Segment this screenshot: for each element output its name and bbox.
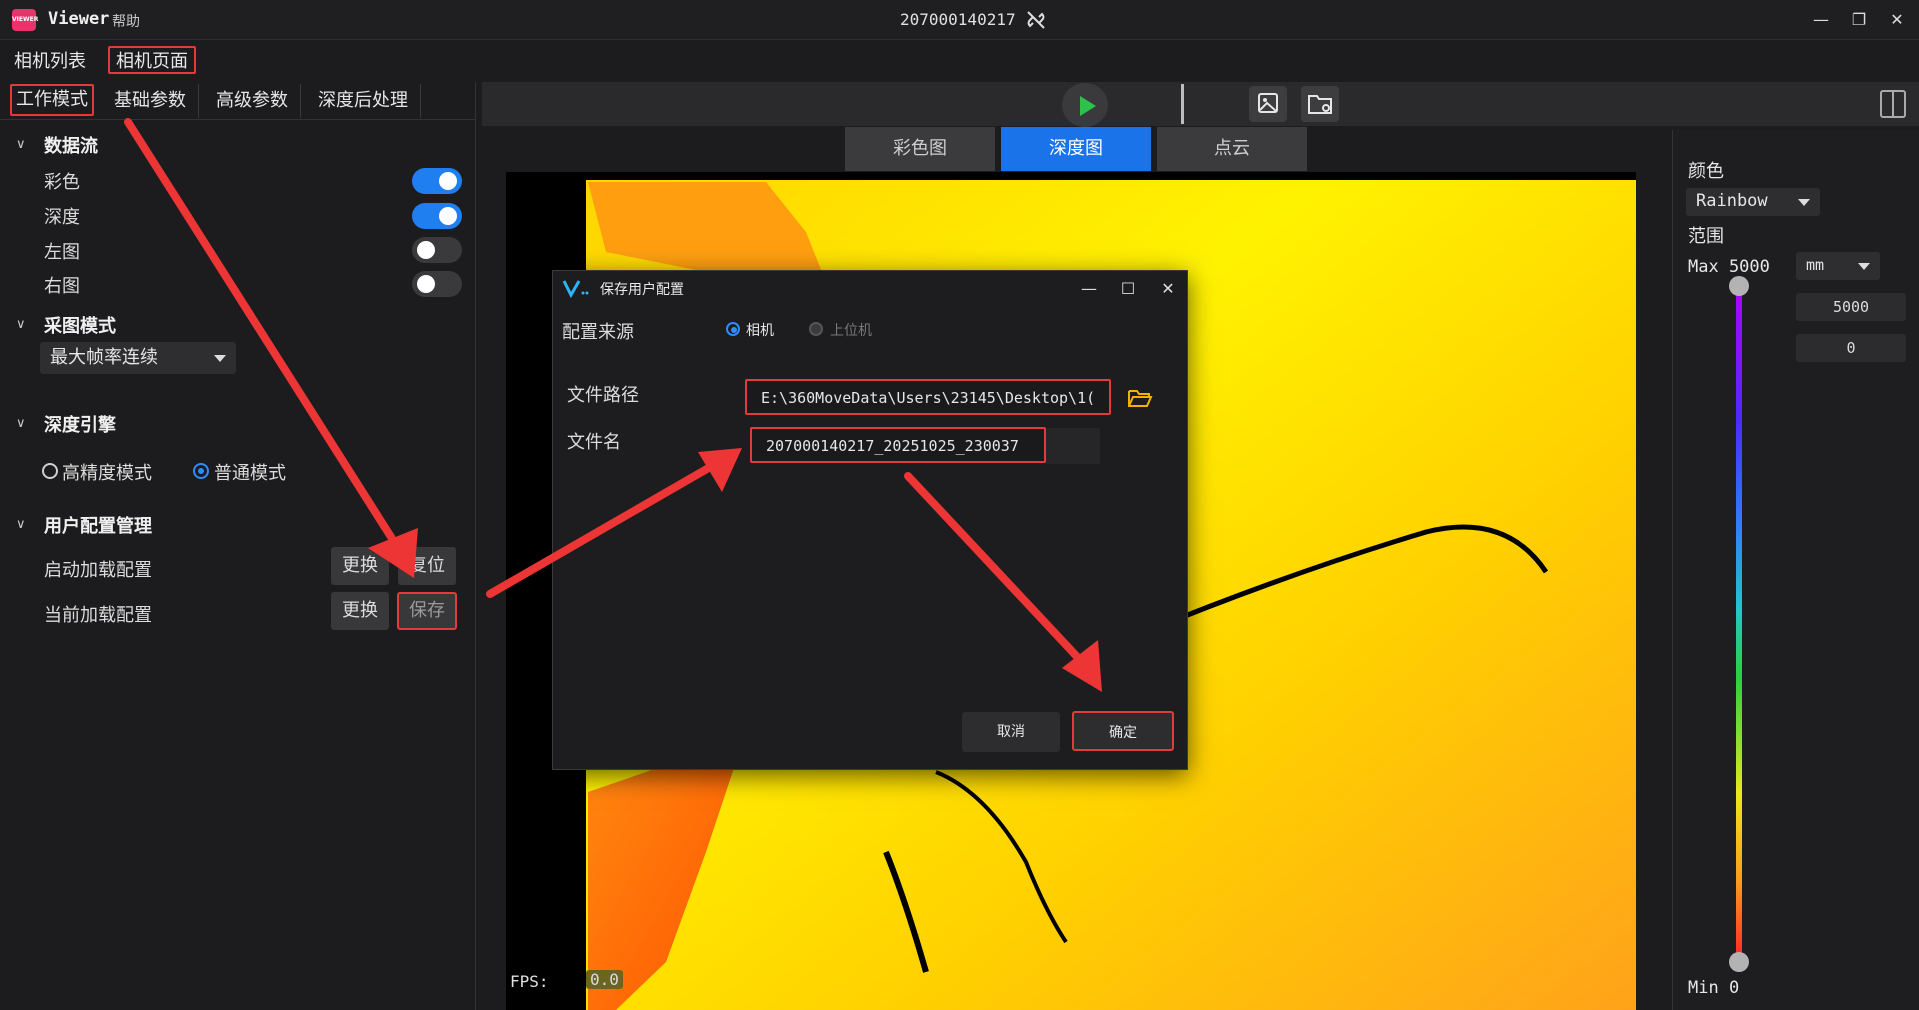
dialog-maximize-button[interactable]: ☐ [1116,278,1140,300]
high-precision-label: 高精度模式 [62,463,152,484]
config-source-label: 配置来源 [562,322,634,343]
file-name-input-tail [1044,428,1100,464]
tab-camera-page[interactable]: 相机页面 [108,46,196,74]
tab-color-image[interactable]: 彩色图 [845,127,995,171]
file-path-input[interactable]: E:\360MoveData\Users\23145\Desktop\1( [745,379,1111,415]
dialog-title: 保存用户配置 [600,282,684,298]
caret-down-icon [1858,263,1870,270]
startup-replace-button[interactable]: 更换 [331,547,389,585]
tab-advanced-params[interactable]: 高级参数 [204,84,301,118]
link-broken-icon [1027,11,1045,29]
chevron-down-icon[interactable]: ∨ [16,416,26,431]
range-label: 范围 [1688,226,1724,247]
startup-reset-button[interactable]: 复位 [398,547,456,585]
color-scale-bar [1736,284,1742,964]
colormap-select[interactable]: Rainbow [1686,188,1820,216]
ok-button[interactable]: 确定 [1072,711,1174,751]
stream-left-label: 左图 [44,242,80,263]
viewer-toolbar [482,82,1919,126]
stream-color-toggle[interactable] [412,168,462,194]
color-label: 颜色 [1688,161,1724,182]
current-replace-button[interactable]: 更换 [331,592,389,630]
unit-select[interactable]: mm [1796,252,1880,280]
max-input[interactable]: 5000 [1796,293,1906,321]
unit-value: mm [1806,256,1825,274]
layout-toggle-icon[interactable] [1880,90,1906,118]
tab-point-cloud[interactable]: 点云 [1157,127,1307,171]
toggle-knob [439,207,457,225]
tab-work-mode[interactable]: 工作模式 [10,84,94,116]
folder-open-icon[interactable] [1127,387,1153,409]
section-user-config: 用户配置管理 [44,516,152,537]
folder-settings-icon[interactable] [1301,86,1339,122]
caret-down-icon [214,355,226,362]
radio-normal-mode[interactable] [193,463,209,479]
chevron-down-icon[interactable]: ∨ [16,137,26,152]
tab-depth-image[interactable]: 深度图 [1001,127,1151,171]
file-path-label: 文件路径 [567,385,639,406]
section-depth-engine: 深度引擎 [44,415,116,436]
caret-down-icon [1798,199,1810,206]
file-name-label: 文件名 [567,432,621,453]
stream-depth-toggle[interactable] [412,203,462,229]
device-id-title: 207000140217 [900,10,1016,29]
toolbar-divider [1181,84,1184,124]
dialog-minimize-button[interactable]: — [1077,278,1101,300]
stream-color-label: 彩色 [44,172,80,193]
dialog-close-button[interactable]: ✕ [1156,278,1180,300]
fps-value: 0.0 [586,970,623,989]
play-button[interactable] [1062,83,1108,127]
min-label: Min 0 [1688,978,1740,998]
cancel-button[interactable]: 取消 [962,712,1060,752]
page-tabs [0,42,1919,82]
section-capture-mode: 采图模式 [44,316,116,337]
startup-config-label: 启动加载配置 [44,560,152,581]
tab-camera-list[interactable]: 相机列表 [8,48,92,76]
current-config-label: 当前加载配置 [44,605,152,626]
restore-button[interactable]: ❐ [1846,8,1872,32]
stream-left-toggle[interactable] [412,237,462,263]
max-slider-handle[interactable] [1729,276,1749,296]
radio-source-host[interactable] [809,322,823,336]
stream-right-label: 右图 [44,276,80,297]
file-name-input[interactable]: 207000140217_20251025_230037 [750,427,1046,463]
max-label: Max 5000 [1688,257,1770,277]
stream-depth-label: 深度 [44,207,80,228]
colormap-value: Rainbow [1696,191,1768,211]
chevron-down-icon[interactable]: ∨ [16,517,26,532]
normal-mode-label: 普通模式 [214,463,286,484]
app-logo: VIEWER [12,9,38,31]
tab-basic-params[interactable]: 基础参数 [102,84,199,118]
toggle-knob [417,275,435,293]
radio-high-precision[interactable] [42,463,58,479]
save-config-dialog [552,270,1188,770]
toggle-knob [439,172,457,190]
section-data-stream: 数据流 [44,136,98,157]
chevron-down-icon[interactable]: ∨ [16,317,26,332]
close-button[interactable]: ✕ [1884,8,1910,32]
fps-label: FPS: [510,972,549,991]
tab-depth-postprocess[interactable]: 深度后处理 [306,84,421,118]
source-camera-label: 相机 [746,323,774,339]
min-slider-handle[interactable] [1729,952,1749,972]
save-config-button[interactable]: 保存 [397,592,457,630]
capture-mode-select[interactable]: 最大帧率连续 [40,342,236,374]
minimize-button[interactable]: — [1808,8,1834,32]
save-image-icon[interactable] [1249,86,1287,122]
capture-mode-value: 最大帧率连续 [50,347,158,368]
toggle-knob [417,241,435,259]
radio-source-camera[interactable] [726,322,740,336]
app-name: Viewer [48,9,110,29]
source-host-label: 上位机 [830,323,872,339]
stream-right-toggle[interactable] [412,271,462,297]
app-v-logo-icon [562,280,589,298]
min-input[interactable]: 0 [1796,334,1906,362]
help-menu[interactable]: 帮助 [112,11,140,31]
